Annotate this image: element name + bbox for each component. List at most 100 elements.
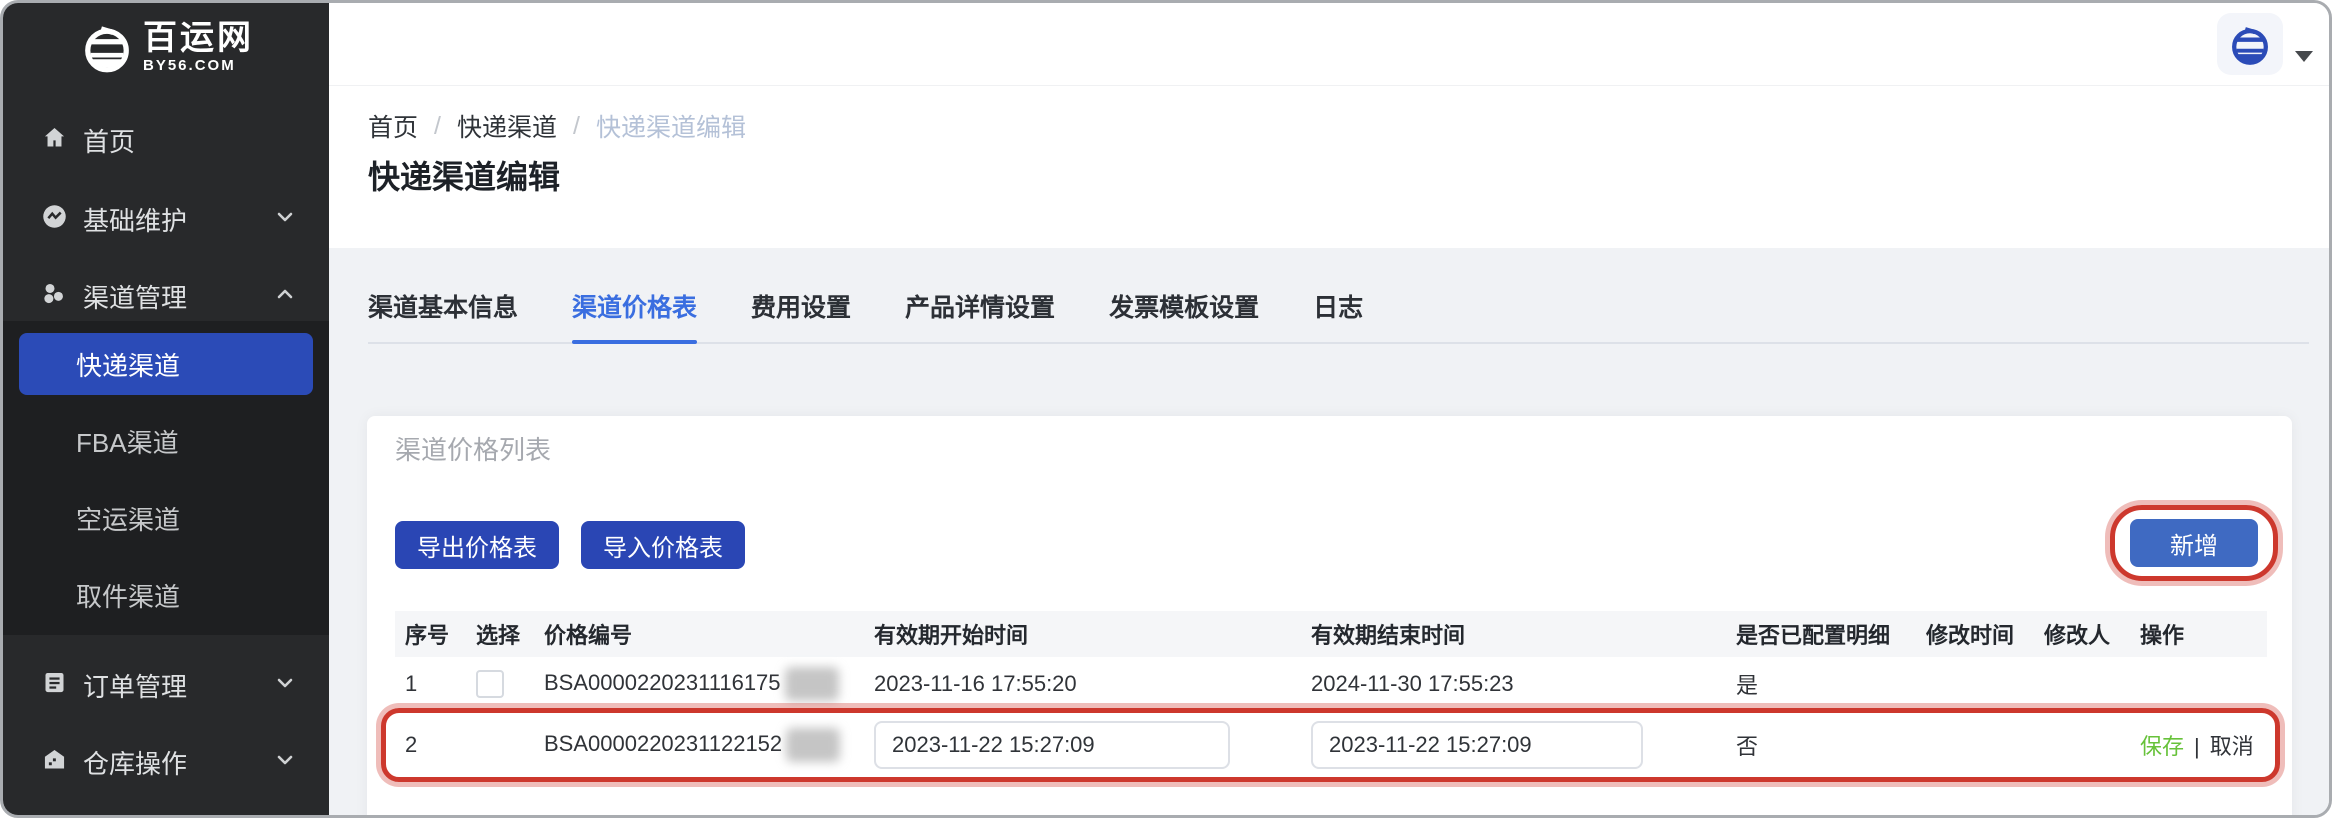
- avatar-logo-icon: [2227, 21, 2273, 67]
- start-time-input[interactable]: [874, 721, 1230, 769]
- topbar: [329, 3, 2329, 86]
- orders-icon: [41, 669, 68, 696]
- cell-index: 1: [395, 657, 470, 712]
- sidebar-item-basic-maintenance[interactable]: 基础维护: [3, 193, 329, 241]
- cell-select-empty: [470, 712, 538, 779]
- cell-index: 2: [395, 712, 470, 779]
- sidebar-item-label: 仓库操作: [83, 744, 187, 781]
- content-area: 渠道基本信息 渠道价格表 费用设置 产品详情设置 发票模板设置 日志 渠道价格列…: [329, 248, 2329, 815]
- breadcrumb-express-channel[interactable]: 快递渠道: [457, 108, 557, 144]
- export-price-table-button[interactable]: 导出价格表: [395, 521, 559, 569]
- dropdown-caret-icon[interactable]: [2295, 51, 2313, 62]
- save-link[interactable]: 保存: [2140, 734, 2184, 759]
- col-header-configured: 是否已配置明细: [1730, 611, 1920, 657]
- sidebar-subitem-label: 取件渠道: [76, 577, 180, 614]
- tab-bar: 渠道基本信息 渠道价格表 费用设置 产品详情设置 发票模板设置 日志: [368, 288, 2309, 344]
- tab-product-detail-settings[interactable]: 产品详情设置: [905, 288, 1055, 342]
- cell-configured: 是: [1730, 657, 1920, 712]
- tab-fee-settings[interactable]: 费用设置: [751, 288, 851, 342]
- col-header-modified-by: 修改人: [2038, 611, 2134, 657]
- brand-logo-icon: [79, 19, 135, 75]
- redacted-blur: [785, 667, 839, 701]
- chevron-down-icon: [273, 671, 297, 695]
- chevron-down-icon: [273, 205, 297, 229]
- col-header-index: 序号: [395, 611, 470, 657]
- page-header: 首页 / 快递渠道 / 快递渠道编辑 快递渠道编辑: [329, 86, 2329, 248]
- sidebar-item-express-channel[interactable]: 快递渠道: [19, 333, 313, 395]
- sidebar-item-order-management[interactable]: 订单管理: [3, 659, 329, 707]
- cell-valid-start: [868, 712, 1305, 779]
- channels-icon: [41, 280, 68, 307]
- sidebar-item-pickup-channel[interactable]: 取件渠道: [19, 564, 313, 626]
- row-select-checkbox[interactable]: [476, 670, 504, 698]
- tab-channel-basic-info[interactable]: 渠道基本信息: [368, 288, 518, 342]
- add-button[interactable]: 新增: [2130, 519, 2258, 567]
- table-header-row: 序号 选择 价格编号 有效期开始时间 有效期结束时间 是否已配置明细 修改时间 …: [395, 611, 2267, 657]
- table-row-editing: 2 BSA0000220231122152 否: [395, 712, 2267, 779]
- toolbar: 导出价格表 导入价格表: [395, 521, 745, 569]
- sidebar-submenu-channels: 快递渠道 FBA渠道 空运渠道 取件渠道: [3, 321, 329, 635]
- col-header-valid-start: 有效期开始时间: [868, 611, 1305, 657]
- cell-modified-by: [2038, 657, 2134, 712]
- cell-actions: 保存 | 取消: [2134, 712, 2267, 779]
- sidebar-item-label: 渠道管理: [83, 278, 187, 315]
- breadcrumb-separator: /: [573, 112, 580, 141]
- cell-valid-end: [1305, 712, 1730, 779]
- redacted-blur: [786, 728, 840, 762]
- breadcrumb-current: 快递渠道编辑: [596, 108, 746, 144]
- sidebar-item-channel-management[interactable]: 渠道管理: [3, 270, 329, 318]
- chevron-up-icon: [273, 282, 297, 306]
- price-no-text: BSA0000220231122152: [544, 731, 782, 756]
- cell-modified-by: [2038, 712, 2134, 779]
- sidebar: 百运网 BY56.COM 首页 基础维护: [3, 3, 329, 815]
- table-row: 1 BSA0000220231116175 2023-11-16 17:55:2…: [395, 657, 2267, 712]
- col-header-valid-end: 有效期结束时间: [1305, 611, 1730, 657]
- sidebar-subitem-label: 快递渠道: [76, 346, 180, 383]
- cell-price-no: BSA0000220231122152: [538, 712, 868, 779]
- page-title: 快递渠道编辑: [368, 152, 560, 198]
- cell-modified-time: [1920, 712, 2038, 779]
- import-price-table-button[interactable]: 导入价格表: [581, 521, 745, 569]
- sidebar-item-label: 订单管理: [83, 667, 187, 704]
- tab-log[interactable]: 日志: [1313, 288, 1363, 342]
- cell-valid-end: 2024-11-30 17:55:23: [1305, 657, 1730, 712]
- sidebar-item-home[interactable]: 首页: [3, 114, 329, 162]
- cell-valid-start: 2023-11-16 17:55:20: [868, 657, 1305, 712]
- breadcrumb: 首页 / 快递渠道 / 快递渠道编辑: [368, 108, 746, 144]
- col-header-select: 选择: [470, 611, 538, 657]
- app-window: 百运网 BY56.COM 首页 基础维护: [0, 0, 2332, 818]
- sidebar-subitem-label: 空运渠道: [76, 500, 180, 537]
- card-title: 渠道价格列表: [395, 430, 551, 467]
- home-icon: [41, 124, 68, 151]
- tab-channel-price-table[interactable]: 渠道价格表: [572, 288, 697, 342]
- cell-modified-time: [1920, 657, 2038, 712]
- chevron-down-icon: [273, 748, 297, 772]
- sidebar-item-warehouse-operations[interactable]: 仓库操作: [3, 736, 329, 784]
- brand-name: 百运网: [143, 21, 254, 55]
- col-header-actions: 操作: [2134, 611, 2267, 657]
- tab-invoice-template-settings[interactable]: 发票模板设置: [1109, 288, 1259, 342]
- cell-actions: [2134, 657, 2267, 712]
- cell-price-no: BSA0000220231116175: [538, 657, 868, 712]
- sidebar-item-fba-channel[interactable]: FBA渠道: [19, 410, 313, 472]
- price-no-text: BSA0000220231116175: [544, 670, 781, 695]
- breadcrumb-home[interactable]: 首页: [368, 108, 418, 144]
- sidebar-item-label: 首页: [83, 122, 135, 159]
- brand-domain: BY56.COM: [143, 58, 254, 73]
- breadcrumb-separator: /: [434, 112, 441, 141]
- annotation-highlight-add-button: 新增: [2110, 505, 2278, 581]
- end-time-input[interactable]: [1311, 721, 1643, 769]
- warehouse-icon: [41, 746, 68, 773]
- action-separator: |: [2194, 734, 2200, 759]
- sidebar-subitem-label: FBA渠道: [76, 423, 179, 460]
- user-avatar[interactable]: [2217, 13, 2283, 75]
- cancel-link[interactable]: 取消: [2210, 734, 2254, 759]
- brand-logo-text: 百运网 BY56.COM: [143, 21, 254, 73]
- maintenance-icon: [41, 203, 68, 230]
- price-table: 序号 选择 价格编号 有效期开始时间 有效期结束时间 是否已配置明细 修改时间 …: [395, 611, 2264, 779]
- price-list-card: 渠道价格列表 导出价格表 导入价格表 新增: [367, 416, 2292, 818]
- cell-configured: 否: [1730, 712, 1920, 779]
- sidebar-item-air-channel[interactable]: 空运渠道: [19, 487, 313, 549]
- sidebar-item-label: 基础维护: [83, 201, 187, 238]
- brand-logo: 百运网 BY56.COM: [79, 19, 254, 75]
